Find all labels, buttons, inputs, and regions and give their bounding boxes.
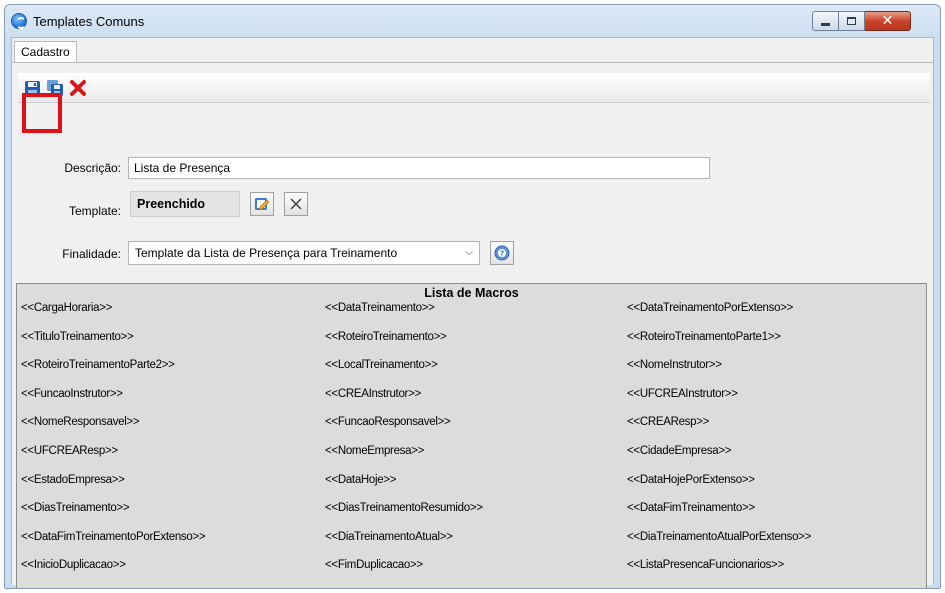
minimize-icon: [821, 22, 830, 26]
macro-item[interactable]: <<RoteiroTreinamento>>: [325, 331, 447, 343]
close-icon: ✕: [881, 13, 894, 29]
macro-item[interactable]: <<DataTreinamentoPorExtenso>>: [627, 302, 793, 314]
title-bar[interactable]: Templates Comuns ✕: [5, 5, 940, 37]
edit-pencil-icon: [255, 198, 270, 210]
tab-cadastro[interactable]: Cadastro: [14, 41, 77, 63]
tab-page-cadastro: Descrição: Lista de Presença Template: P…: [12, 62, 933, 588]
app-window: Templates Comuns ✕ Cadastro Descrição: L…: [4, 4, 941, 589]
toolbar: [18, 73, 930, 103]
macro-item[interactable]: <<InicioDuplicacao>>: [21, 559, 126, 571]
svg-text:?: ?: [500, 250, 504, 258]
macro-item[interactable]: <<NomeEmpresa>>: [325, 445, 424, 457]
highlight-box: [22, 93, 62, 133]
macro-item[interactable]: <<CargaHoraria>>: [21, 302, 112, 314]
edit-template-button[interactable]: [250, 192, 274, 216]
macro-item[interactable]: <<DataHojePorExtenso>>: [627, 474, 755, 486]
macro-item[interactable]: <<DataFimTreinamentoPorExtenso>>: [21, 531, 206, 543]
window-content: Cadastro Descrição: Lista de Presença Te…: [11, 37, 934, 588]
macro-item[interactable]: <<DiaTreinamentoAtualPorExtenso>>: [627, 531, 811, 543]
macro-item[interactable]: <<CidadeEmpresa>>: [627, 445, 732, 457]
macro-item[interactable]: <<NomeInstrutor>>: [627, 359, 722, 371]
macro-item[interactable]: <<FuncaoResponsavel>>: [325, 416, 451, 428]
macro-item[interactable]: <<ListaPresencaFuncionarios>>: [627, 559, 784, 571]
macro-item[interactable]: <<DataFimTreinamento>>: [627, 502, 755, 514]
macro-item[interactable]: <<DataTreinamento>>: [325, 302, 435, 314]
finalidade-select[interactable]: Template da Lista de Presença para Trein…: [128, 241, 480, 265]
tab-strip: Cadastro: [12, 38, 933, 63]
help-question-icon: ?: [494, 245, 510, 261]
descricao-field[interactable]: Lista de Presença: [128, 157, 710, 179]
macro-item[interactable]: <<CREAInstrutor>>: [325, 388, 421, 400]
macro-item[interactable]: <<DiasTreinamentoResumido>>: [325, 502, 483, 514]
red-x-icon: [70, 80, 86, 96]
close-x-icon: [290, 198, 302, 210]
macro-item[interactable]: <<FimDuplicacao>>: [325, 559, 423, 571]
macro-item[interactable]: <<LocalTreinamento>>: [325, 359, 438, 371]
macro-list-title: Lista de Macros: [424, 286, 519, 300]
macro-item[interactable]: <<UFCREAInstrutor>>: [627, 388, 738, 400]
macro-item[interactable]: <<FuncaoInstrutor>>: [21, 388, 123, 400]
delete-button[interactable]: [68, 78, 88, 98]
macro-item[interactable]: <<UFCREAResp>>: [21, 445, 118, 457]
macro-item[interactable]: <<DiasTreinamento>>: [21, 502, 130, 514]
finalidade-value: Template da Lista de Presença para Trein…: [135, 246, 398, 260]
template-value: Preenchido: [130, 191, 240, 217]
macro-item[interactable]: <<RoteiroTreinamentoParte2>>: [21, 359, 175, 371]
macro-item[interactable]: <<DiaTreinamentoAtual>>: [325, 531, 453, 543]
help-button[interactable]: ?: [490, 241, 514, 265]
maximize-button[interactable]: [839, 11, 865, 31]
macro-item[interactable]: <<CREAResp>>: [627, 416, 709, 428]
macro-item[interactable]: <<NomeResponsavel>>: [21, 416, 140, 428]
finalidade-label: Finalidade:: [62, 247, 121, 261]
macro-list-panel: Lista de Macros <<CargaHoraria>> <<DataTr…: [16, 283, 927, 588]
minimize-button[interactable]: [812, 11, 839, 31]
macro-item[interactable]: <<TituloTreinamento>>: [21, 331, 134, 343]
macro-item[interactable]: <<EstadoEmpresa>>: [21, 474, 125, 486]
maximize-icon: [847, 17, 856, 25]
app-logo-icon: [11, 13, 27, 29]
template-label: Template:: [68, 204, 121, 218]
close-button[interactable]: ✕: [865, 11, 911, 31]
macro-item[interactable]: <<DataHoje>>: [325, 474, 397, 486]
descricao-label: Descrição:: [64, 161, 121, 175]
clear-template-button[interactable]: [284, 192, 308, 216]
macro-item[interactable]: <<RoteiroTreinamentoParte1>>: [627, 331, 781, 343]
chevron-down-icon: ⌵: [465, 247, 473, 258]
window-title: Templates Comuns: [33, 14, 145, 29]
